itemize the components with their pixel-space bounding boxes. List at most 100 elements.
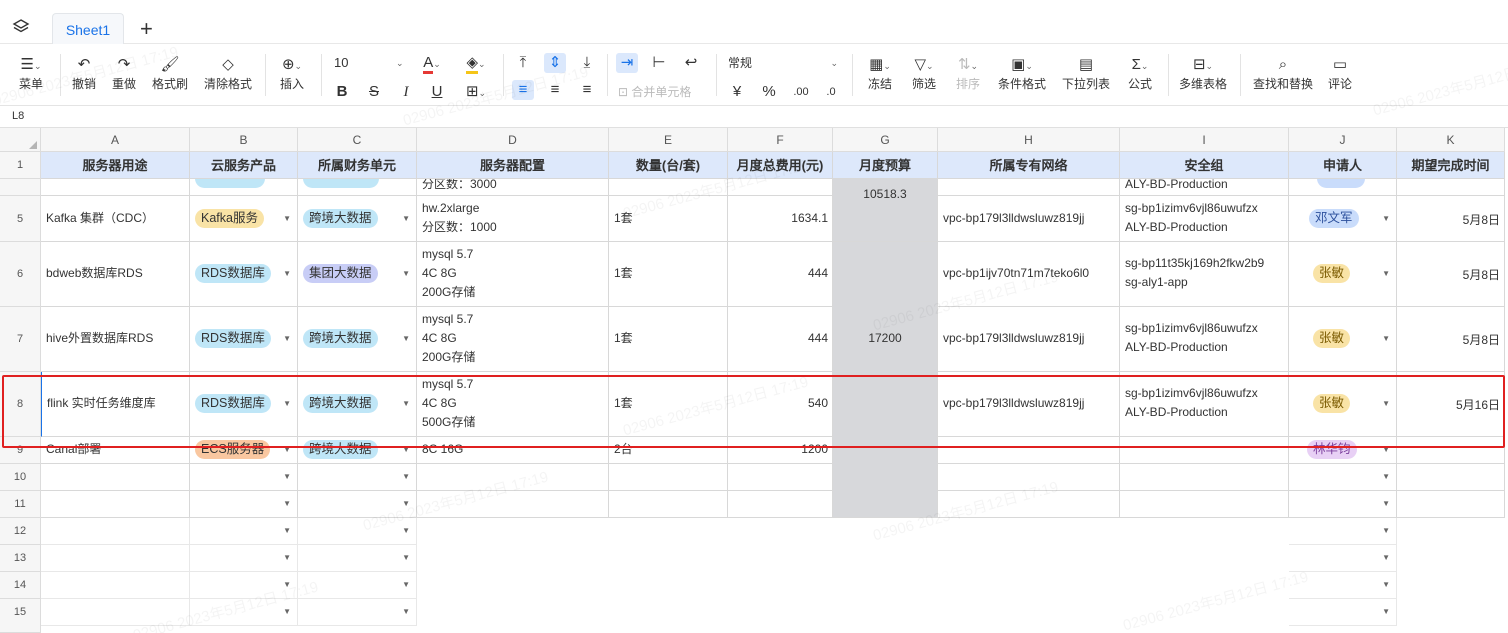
cell-a4[interactable] xyxy=(41,179,190,196)
cell-c14[interactable]: ▼ xyxy=(298,572,417,599)
cell-a7[interactable]: hive外置数据库RDS xyxy=(41,307,190,372)
cell-c7[interactable]: 跨境大数据 ▼ xyxy=(298,307,417,372)
cell-c4[interactable] xyxy=(298,179,417,196)
decrease-decimal-icon[interactable]: .0 xyxy=(822,82,840,102)
select-all-corner[interactable] xyxy=(0,128,41,152)
row-header-7[interactable]: 7 xyxy=(0,307,41,372)
cell-j6[interactable]: 张敏 ▼ xyxy=(1289,242,1397,307)
cell-e7[interactable]: 1套 xyxy=(609,307,728,372)
cell-i11[interactable] xyxy=(1120,491,1289,518)
dropdown-arrow-icon[interactable]: ▼ xyxy=(1382,607,1390,616)
cell-j15[interactable]: ▼ xyxy=(1289,599,1397,626)
merge-cells-button[interactable]: ⊡ 合并单元格 xyxy=(618,82,708,102)
row-header-6[interactable]: 6 xyxy=(0,242,41,307)
row-header-14[interactable]: 14 xyxy=(0,572,41,599)
row-header-13[interactable]: 13 xyxy=(0,545,41,572)
percent-button[interactable]: % xyxy=(760,82,778,102)
header-cell-c[interactable]: 所属财务单元 xyxy=(298,152,417,179)
cell-i4[interactable]: ALY-BD-Production xyxy=(1120,179,1289,196)
align-left-icon[interactable]: ≡ xyxy=(512,80,534,100)
cell-k4[interactable] xyxy=(1397,179,1505,196)
cell-f11[interactable] xyxy=(728,491,833,518)
dropdown-arrow-icon[interactable]: ▼ xyxy=(1382,214,1390,223)
comment-button[interactable]: ▭ 评论 xyxy=(1324,54,1356,92)
cell-k5[interactable]: 5月8日 xyxy=(1397,196,1505,242)
dropdown-arrow-icon[interactable]: ▼ xyxy=(283,472,291,481)
increase-decimal-icon[interactable]: .00 xyxy=(790,82,812,102)
dropdown-arrow-icon[interactable]: ▼ xyxy=(1382,553,1390,562)
sort-button[interactable]: ⇅⌄ 排序 xyxy=(950,54,986,92)
bold-button[interactable]: B xyxy=(332,82,352,102)
cell-d11[interactable] xyxy=(417,491,609,518)
cell-a11[interactable] xyxy=(41,491,190,518)
cell-b6[interactable]: RDS数据库 ▼ xyxy=(190,242,298,307)
multi-table-button[interactable]: ⊟⌄ 多维表格 xyxy=(1176,54,1230,92)
cell-a12[interactable] xyxy=(41,518,190,545)
clear-format-button[interactable]: ◇ 清除格式 xyxy=(200,54,256,92)
cell-b10[interactable]: ▼ xyxy=(190,464,298,491)
border-button[interactable]: ⊞⌄ xyxy=(460,82,492,103)
redo-button[interactable]: ↷ 重做 xyxy=(108,54,140,92)
dropdown-arrow-icon[interactable]: ▼ xyxy=(402,526,410,535)
cell-j10[interactable]: ▼ xyxy=(1289,464,1397,491)
dropdown-arrow-icon[interactable]: ▼ xyxy=(1382,472,1390,481)
row-header-11[interactable]: 11 xyxy=(0,491,41,518)
insert-button[interactable]: ⊕⌄ 插入 xyxy=(272,54,312,92)
cell-h11[interactable] xyxy=(938,491,1120,518)
column-header-c[interactable]: C xyxy=(298,128,417,152)
header-cell-d[interactable]: 服务器配置 xyxy=(417,152,609,179)
find-replace-button[interactable]: ⌕ 查找和替换 xyxy=(1250,54,1316,92)
cell-j13[interactable]: ▼ xyxy=(1289,545,1397,572)
cell-c10[interactable]: ▼ xyxy=(298,464,417,491)
cell-c6[interactable]: 集团大数据 ▼ xyxy=(298,242,417,307)
align-middle-icon[interactable]: ⇕ xyxy=(544,53,566,73)
cell-b11[interactable]: ▼ xyxy=(190,491,298,518)
dropdown-list-button[interactable]: ▤ 下拉列表 xyxy=(1058,54,1114,92)
cell-k11[interactable] xyxy=(1397,491,1505,518)
dropdown-arrow-icon[interactable]: ▼ xyxy=(402,214,410,223)
cell-a13[interactable] xyxy=(41,545,190,572)
cell-reference[interactable]: L8 xyxy=(12,110,24,122)
cell-e6[interactable]: 1套 xyxy=(609,242,728,307)
strikethrough-button[interactable]: S xyxy=(364,82,384,102)
cell-c12[interactable]: ▼ xyxy=(298,518,417,545)
cell-e11[interactable] xyxy=(609,491,728,518)
cell-c15[interactable]: ▼ xyxy=(298,599,417,626)
cell-b4[interactable] xyxy=(190,179,298,196)
wrap-text-icon[interactable]: ↩ xyxy=(680,53,702,73)
wrap-overflow-icon[interactable]: ⇥ xyxy=(616,53,638,73)
column-header-e[interactable]: E xyxy=(609,128,728,152)
formula-button[interactable]: Σ⌄ 公式 xyxy=(1122,54,1158,92)
column-header-g[interactable]: G xyxy=(833,128,938,152)
sheet-tab-sheet1[interactable]: Sheet1 xyxy=(52,13,124,45)
cell-j11[interactable]: ▼ xyxy=(1289,491,1397,518)
cell-b12[interactable]: ▼ xyxy=(190,518,298,545)
cell-h4[interactable] xyxy=(938,179,1120,196)
header-cell-e[interactable]: 数量(台/套) xyxy=(609,152,728,179)
dropdown-arrow-icon[interactable]: ▼ xyxy=(402,334,410,343)
dropdown-arrow-icon[interactable]: ▼ xyxy=(1382,269,1390,278)
align-bottom-icon[interactable]: ⤓ xyxy=(576,53,598,73)
header-cell-i[interactable]: 安全组 xyxy=(1120,152,1289,179)
cell-b14[interactable]: ▼ xyxy=(190,572,298,599)
font-color-button[interactable]: A⌄ xyxy=(416,53,448,74)
italic-button[interactable]: I xyxy=(396,82,416,102)
layers-icon[interactable] xyxy=(12,18,30,36)
column-header-b[interactable]: B xyxy=(190,128,298,152)
row-header-15[interactable]: 15 xyxy=(0,599,41,633)
cell-i6[interactable]: sg-bp11t35kj169h2fkw2b9 sg-aly1-app xyxy=(1120,242,1289,307)
cell-i5[interactable]: sg-bp1izimv6vjl86uwufzx ALY-BD-Production xyxy=(1120,196,1289,242)
header-cell-f[interactable]: 月度总费用(元) xyxy=(728,152,833,179)
cell-a14[interactable] xyxy=(41,572,190,599)
cell-k6[interactable]: 5月8日 xyxy=(1397,242,1505,307)
filter-button[interactable]: ▽⌄ 筛选 xyxy=(906,54,942,92)
cell-a5[interactable]: Kafka 集群（CDC） xyxy=(41,196,190,242)
header-cell-b[interactable]: 云服务产品 xyxy=(190,152,298,179)
dropdown-arrow-icon[interactable]: ▼ xyxy=(283,553,291,562)
cell-h10[interactable] xyxy=(938,464,1120,491)
cell-b13[interactable]: ▼ xyxy=(190,545,298,572)
cell-h5[interactable]: vpc-bp179l3lldwsluwz819jj xyxy=(938,196,1120,242)
cell-h6[interactable]: vpc-bp1ijv70tn71m7teko6l0 xyxy=(938,242,1120,307)
cell-d7[interactable]: mysql 5.7 4C 8G 200G存储 xyxy=(417,307,609,372)
dropdown-arrow-icon[interactable]: ▼ xyxy=(1382,580,1390,589)
